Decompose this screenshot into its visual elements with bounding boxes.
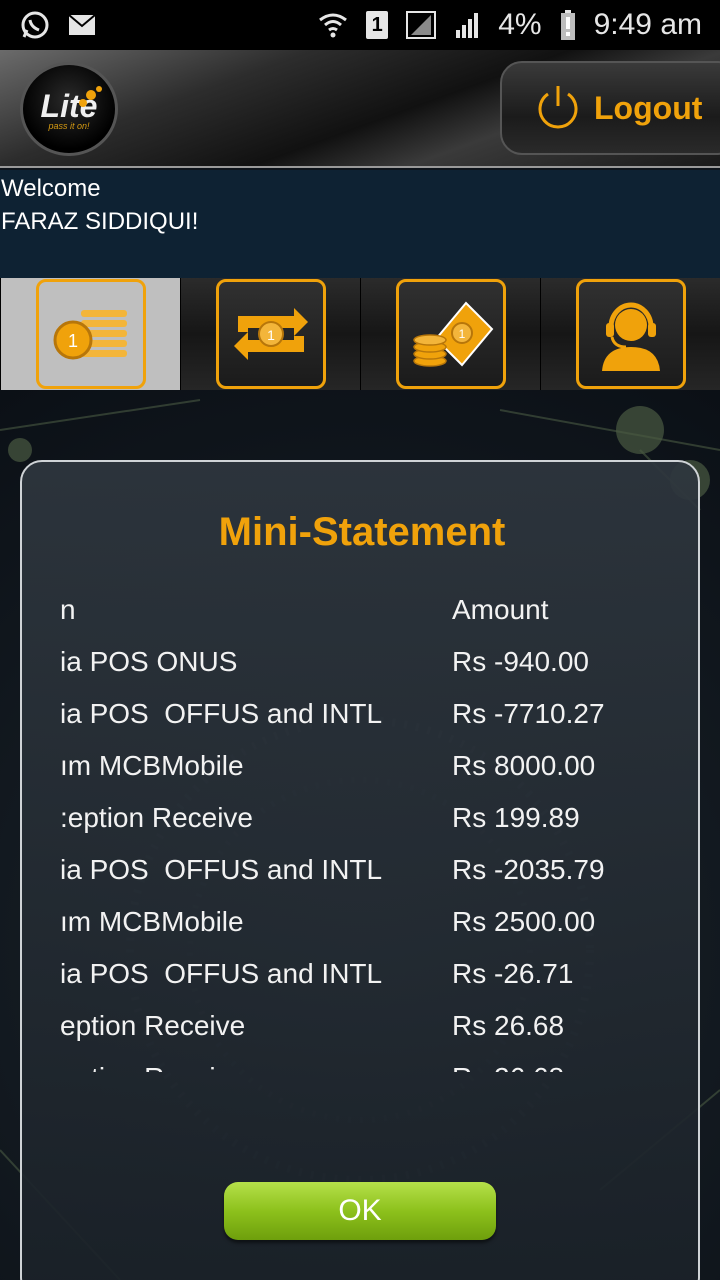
sim-icon: 1	[366, 11, 389, 39]
table-row: ia POS OFFUS and INTL Rs -26.71	[60, 958, 680, 1010]
column-header-description: n	[60, 594, 76, 625]
whatsapp-icon	[20, 10, 50, 40]
transaction-description: ia POS ONUS	[60, 646, 238, 677]
transaction-amount: Rs -940.00	[452, 646, 589, 677]
statement-table[interactable]: n Amount ia POS ONUS Rs -940.00 ia POS OFF…	[60, 592, 680, 1072]
logo-dots-icon	[79, 86, 102, 107]
clock: 9:49 am	[593, 8, 702, 41]
transaction-description: eption Receive	[60, 1010, 246, 1041]
transaction-description: eption Receive	[60, 1062, 416, 1072]
user-name: FARAZ SIDDIQUI!	[1, 208, 199, 235]
welcome-banner: Welcome FARAZ SIDDIQUI!	[0, 170, 720, 278]
table-row: eption Receive Rs 26.68	[60, 1062, 680, 1072]
battery-percent: 4%	[498, 8, 542, 41]
transaction-amount: Rs -7710.27	[452, 698, 605, 729]
svg-text:1: 1	[67, 331, 77, 351]
transaction-amount: Rs 8000.00	[452, 750, 596, 781]
tab-balance-frame: 1	[35, 279, 146, 389]
column-header-amount: Amount	[452, 594, 549, 625]
table-row: eption Receive Rs 26.68	[60, 1010, 680, 1062]
transaction-amount: Rs 26.68	[452, 1010, 565, 1041]
ok-button[interactable]: OK	[224, 1182, 496, 1240]
table-row: ia POS ONUS Rs -940.00	[60, 646, 680, 698]
transaction-amount: Rs -2035.79	[452, 854, 605, 885]
transaction-description: ım MCBMobile	[60, 906, 244, 937]
tab-payments-frame: 1	[395, 279, 506, 389]
dialog-title: Mini-Statement	[218, 510, 506, 554]
logo-tagline: pass it on!	[48, 120, 90, 131]
svg-text:1: 1	[458, 327, 465, 341]
main-tabs: 1 1 1	[0, 278, 720, 390]
app-header: Lite pass it on! Logout	[0, 50, 720, 168]
transaction-description: :eption Receive	[60, 802, 254, 833]
tab-support-frame	[575, 279, 686, 389]
tab-balance[interactable]: 1	[0, 278, 180, 390]
svg-text:1: 1	[267, 327, 275, 343]
table-row: ia POS OFFUS and INTL Rs -2035.79	[60, 854, 680, 906]
coins-stack-icon: 1	[53, 310, 127, 360]
tab-transfer[interactable]: 1	[180, 278, 360, 390]
battery-icon	[560, 10, 576, 40]
table-row: :eption Receive Rs 199.89	[60, 802, 680, 854]
transaction-description: ia POS OFFUS and INTL	[60, 698, 383, 729]
tab-support[interactable]	[540, 278, 720, 390]
transaction-description: ım MCBMobile	[60, 750, 244, 781]
app-logo: Lite pass it on!	[20, 62, 118, 156]
transfer-icon: 1	[233, 308, 308, 360]
signal-icon	[406, 11, 437, 39]
table-row: ım MCBMobile Rs 8000.00	[60, 750, 680, 802]
tab-payments[interactable]: 1	[360, 278, 540, 390]
transaction-amount: Rs 199.89	[452, 802, 580, 833]
transaction-amount: Rs -26.71	[452, 958, 574, 989]
bill-payment-icon: 1	[412, 301, 493, 367]
logout-button[interactable]: Logout	[500, 61, 720, 155]
mail-icon	[68, 14, 96, 36]
mini-statement-dialog: Mini-Statement n Amount ia POS ONUS Rs -9…	[20, 460, 700, 1280]
power-icon	[538, 86, 578, 129]
table-row: ım MCBMobile Rs 2500.00	[60, 906, 680, 958]
transaction-amount: Rs 26.68	[452, 1062, 564, 1072]
table-row: ia POS OFFUS and INTL Rs -7710.27	[60, 698, 680, 750]
welcome-line: Welcome	[1, 175, 101, 202]
logout-label: Logout	[594, 89, 703, 126]
status-bar: 1 4% 9:49 am	[0, 0, 720, 50]
transaction-description: ia POS OFFUS and INTL	[60, 854, 383, 885]
signal-icon	[454, 12, 480, 38]
table-header: n Amount	[60, 594, 680, 646]
support-agent-icon	[601, 302, 660, 371]
tab-transfer-frame: 1	[215, 279, 326, 389]
wifi-icon	[318, 12, 348, 38]
transaction-description: ia POS OFFUS and INTL	[60, 958, 383, 989]
transaction-amount: Rs 2500.00	[452, 906, 596, 937]
